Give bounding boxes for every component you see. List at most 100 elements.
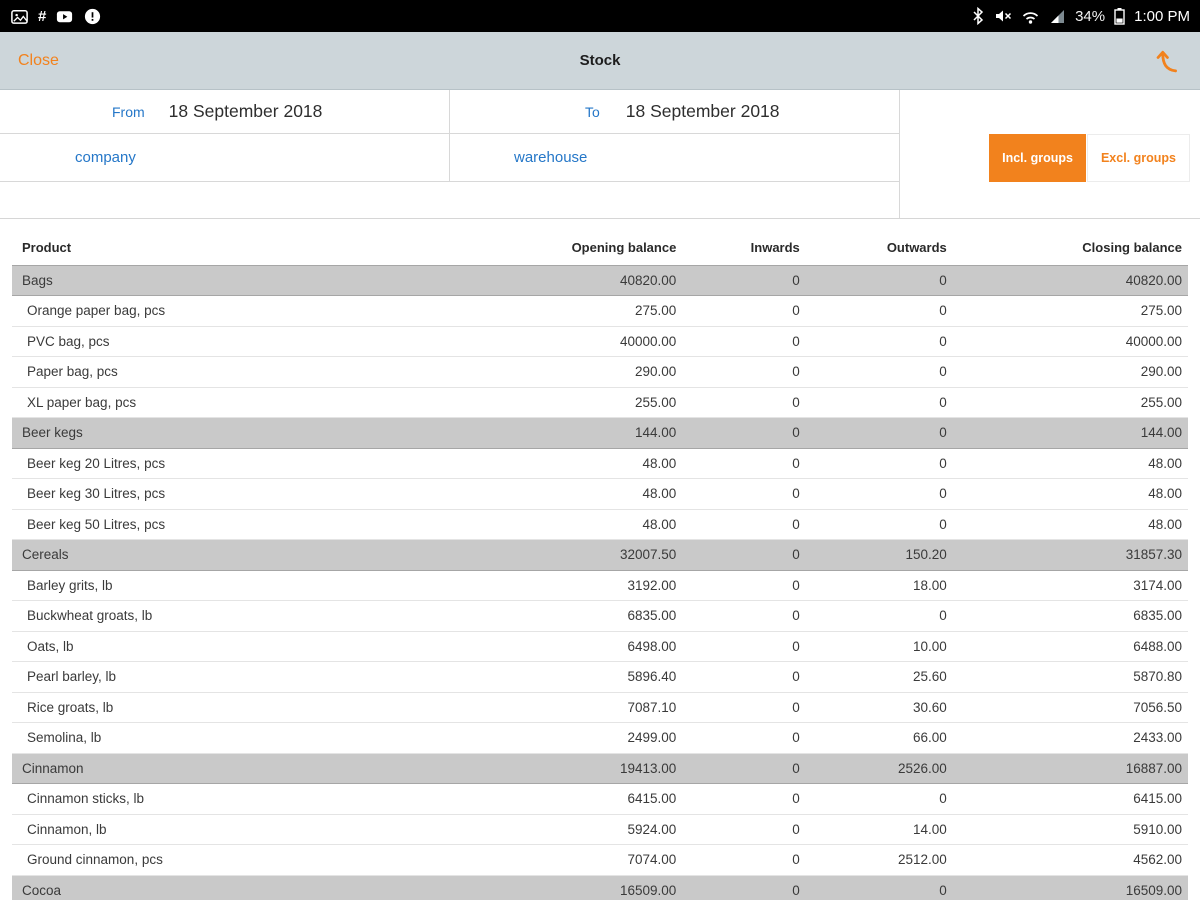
product-row[interactable]: Barley grits, lb 3192.00 0 18.00 3174.00: [12, 570, 1188, 601]
value-cell: 2499.00: [458, 722, 683, 754]
value-cell: 30.60: [805, 692, 953, 723]
product-cell: Cinnamon sticks, lb: [12, 783, 459, 815]
product-cell: Beer keg 20 Litres, pcs: [12, 448, 459, 479]
mute-icon: [994, 6, 1012, 26]
value-cell: 6835.00: [952, 600, 1188, 632]
value-cell: 5924.00: [458, 814, 683, 845]
to-date-field[interactable]: To 18 September 2018: [450, 90, 900, 134]
product-row[interactable]: Pearl barley, lb 5896.40 0 25.60 5870.80: [12, 661, 1188, 693]
app-header: Close Stock: [0, 32, 1200, 90]
value-cell: 6488.00: [952, 631, 1188, 662]
battery-icon: [1114, 6, 1125, 26]
product-row[interactable]: Semolina, lb 2499.00 0 66.00 2433.00: [12, 722, 1188, 754]
hash-icon: #: [38, 7, 47, 25]
value-cell: 0: [682, 661, 806, 693]
group-row[interactable]: Cereals 32007.50 0 150.20 31857.30: [12, 539, 1188, 571]
value-cell: 0: [682, 874, 806, 900]
value-cell: 48.00: [458, 448, 683, 479]
value-cell: 150.20: [805, 539, 953, 571]
product-row[interactable]: Buckwheat groats, lb 6835.00 0 0 6835.00: [12, 600, 1188, 632]
value-cell: 19413.00: [458, 752, 683, 784]
product-cell: PVC bag, pcs: [12, 326, 459, 357]
battery-percent: 34%: [1075, 7, 1106, 25]
product-cell: Beer kegs: [12, 417, 459, 449]
value-cell: 5870.80: [952, 661, 1188, 693]
product-cell: Buckwheat groats, lb: [12, 600, 459, 632]
value-cell: 0: [682, 722, 806, 754]
group-row[interactable]: Bags 40820.00 0 0 40820.00: [12, 264, 1188, 296]
product-row[interactable]: Rice groats, lb 7087.10 0 30.60 7056.50: [12, 692, 1188, 723]
company-filter-label[interactable]: company: [75, 149, 136, 166]
product-row[interactable]: Beer keg 20 Litres, pcs 48.00 0 0 48.00: [12, 448, 1188, 479]
product-row[interactable]: XL paper bag, pcs 255.00 0 0 255.00: [12, 387, 1188, 418]
product-row[interactable]: Beer keg 30 Litres, pcs 48.00 0 0 48.00: [12, 478, 1188, 510]
value-cell: 0: [682, 295, 806, 327]
product-cell: Barley grits, lb: [12, 570, 459, 601]
value-cell: 16887.00: [952, 752, 1188, 784]
incl-groups-button[interactable]: Incl. groups: [989, 134, 1086, 182]
value-cell: 0: [805, 874, 953, 900]
value-cell: 0: [805, 783, 953, 815]
product-row[interactable]: PVC bag, pcs 40000.00 0 0 40000.00: [12, 326, 1188, 357]
product-row[interactable]: Ground cinnamon, pcs 7074.00 0 2512.00 4562.…: [12, 844, 1188, 876]
value-cell: 4562.00: [952, 844, 1188, 876]
youtube-icon: [55, 6, 74, 26]
value-cell: 0: [682, 692, 806, 723]
product-row[interactable]: Orange paper bag, pcs 275.00 0 0 275.00: [12, 295, 1188, 327]
product-row[interactable]: Paper bag, pcs 290.00 0 0 290.00: [12, 356, 1188, 388]
value-cell: 3192.00: [458, 570, 683, 601]
value-cell: 0: [805, 448, 953, 479]
value-cell: 7056.50: [952, 692, 1188, 723]
product-cell: Cocoa: [12, 874, 459, 900]
value-cell: 275.00: [458, 295, 683, 327]
value-cell: 290.00: [458, 356, 683, 388]
product-row[interactable]: Beer keg 50 Litres, pcs 48.00 0 0 48.00: [12, 509, 1188, 540]
product-cell: Ground cinnamon, pcs: [12, 844, 459, 876]
value-cell: 290.00: [952, 356, 1188, 388]
stock-report: Product Opening balance Inwards Outwards…: [12, 231, 1188, 900]
company-filter[interactable]: company: [0, 134, 450, 182]
export-up-arrow-icon[interactable]: [1154, 47, 1182, 75]
product-row[interactable]: Oats, lb 6498.00 0 10.00 6488.00: [12, 631, 1188, 662]
warehouse-filter[interactable]: warehouse: [450, 134, 900, 182]
close-button[interactable]: Close: [18, 52, 59, 70]
product-cell: Beer keg 50 Litres, pcs: [12, 509, 459, 540]
value-cell: 40820.00: [458, 264, 683, 296]
value-cell: 6415.00: [458, 783, 683, 815]
column-header-outwards: Outwards: [886, 240, 947, 256]
value-cell: 0: [805, 417, 953, 449]
warehouse-filter-label[interactable]: warehouse: [514, 149, 587, 166]
value-cell: 48.00: [952, 478, 1188, 510]
group-row[interactable]: Cocoa 16509.00 0 0 16509.00: [12, 874, 1188, 900]
product-row[interactable]: Cinnamon sticks, lb 6415.00 0 0 6415.00: [12, 783, 1188, 815]
value-cell: 7074.00: [458, 844, 683, 876]
value-cell: 0: [682, 326, 806, 357]
product-row[interactable]: Cinnamon, lb 5924.00 0 14.00 5910.00: [12, 814, 1188, 845]
product-cell: Beer keg 30 Litres, pcs: [12, 478, 459, 510]
status-bar: # 34% 1:00 PM: [0, 0, 1200, 32]
value-cell: 144.00: [458, 417, 683, 449]
value-cell: 0: [682, 509, 806, 540]
value-cell: 31857.30: [952, 539, 1188, 571]
group-row[interactable]: Cinnamon 19413.00 0 2526.00 16887.00: [12, 752, 1188, 784]
value-cell: 0: [805, 600, 953, 632]
value-cell: 48.00: [952, 448, 1188, 479]
value-cell: 14.00: [805, 814, 953, 845]
group-row[interactable]: Beer kegs 144.00 0 0 144.00: [12, 417, 1188, 449]
from-label: From: [112, 103, 145, 120]
to-date-value[interactable]: 18 September 2018: [626, 101, 780, 122]
filter-spacer: [900, 182, 1200, 218]
screenshot-icon: [10, 6, 29, 26]
value-cell: 0: [682, 417, 806, 449]
value-cell: 0: [805, 264, 953, 296]
excl-groups-button[interactable]: Excl. groups: [1086, 134, 1190, 182]
value-cell: 0: [682, 387, 806, 418]
from-date-value[interactable]: 18 September 2018: [169, 101, 323, 122]
clock: 1:00 PM: [1134, 7, 1190, 25]
value-cell: 0: [682, 570, 806, 601]
from-date-field[interactable]: From 18 September 2018: [0, 90, 450, 134]
value-cell: 6415.00: [952, 783, 1188, 815]
value-cell: 275.00: [952, 295, 1188, 327]
value-cell: 0: [682, 814, 806, 845]
to-label: To: [585, 103, 600, 120]
